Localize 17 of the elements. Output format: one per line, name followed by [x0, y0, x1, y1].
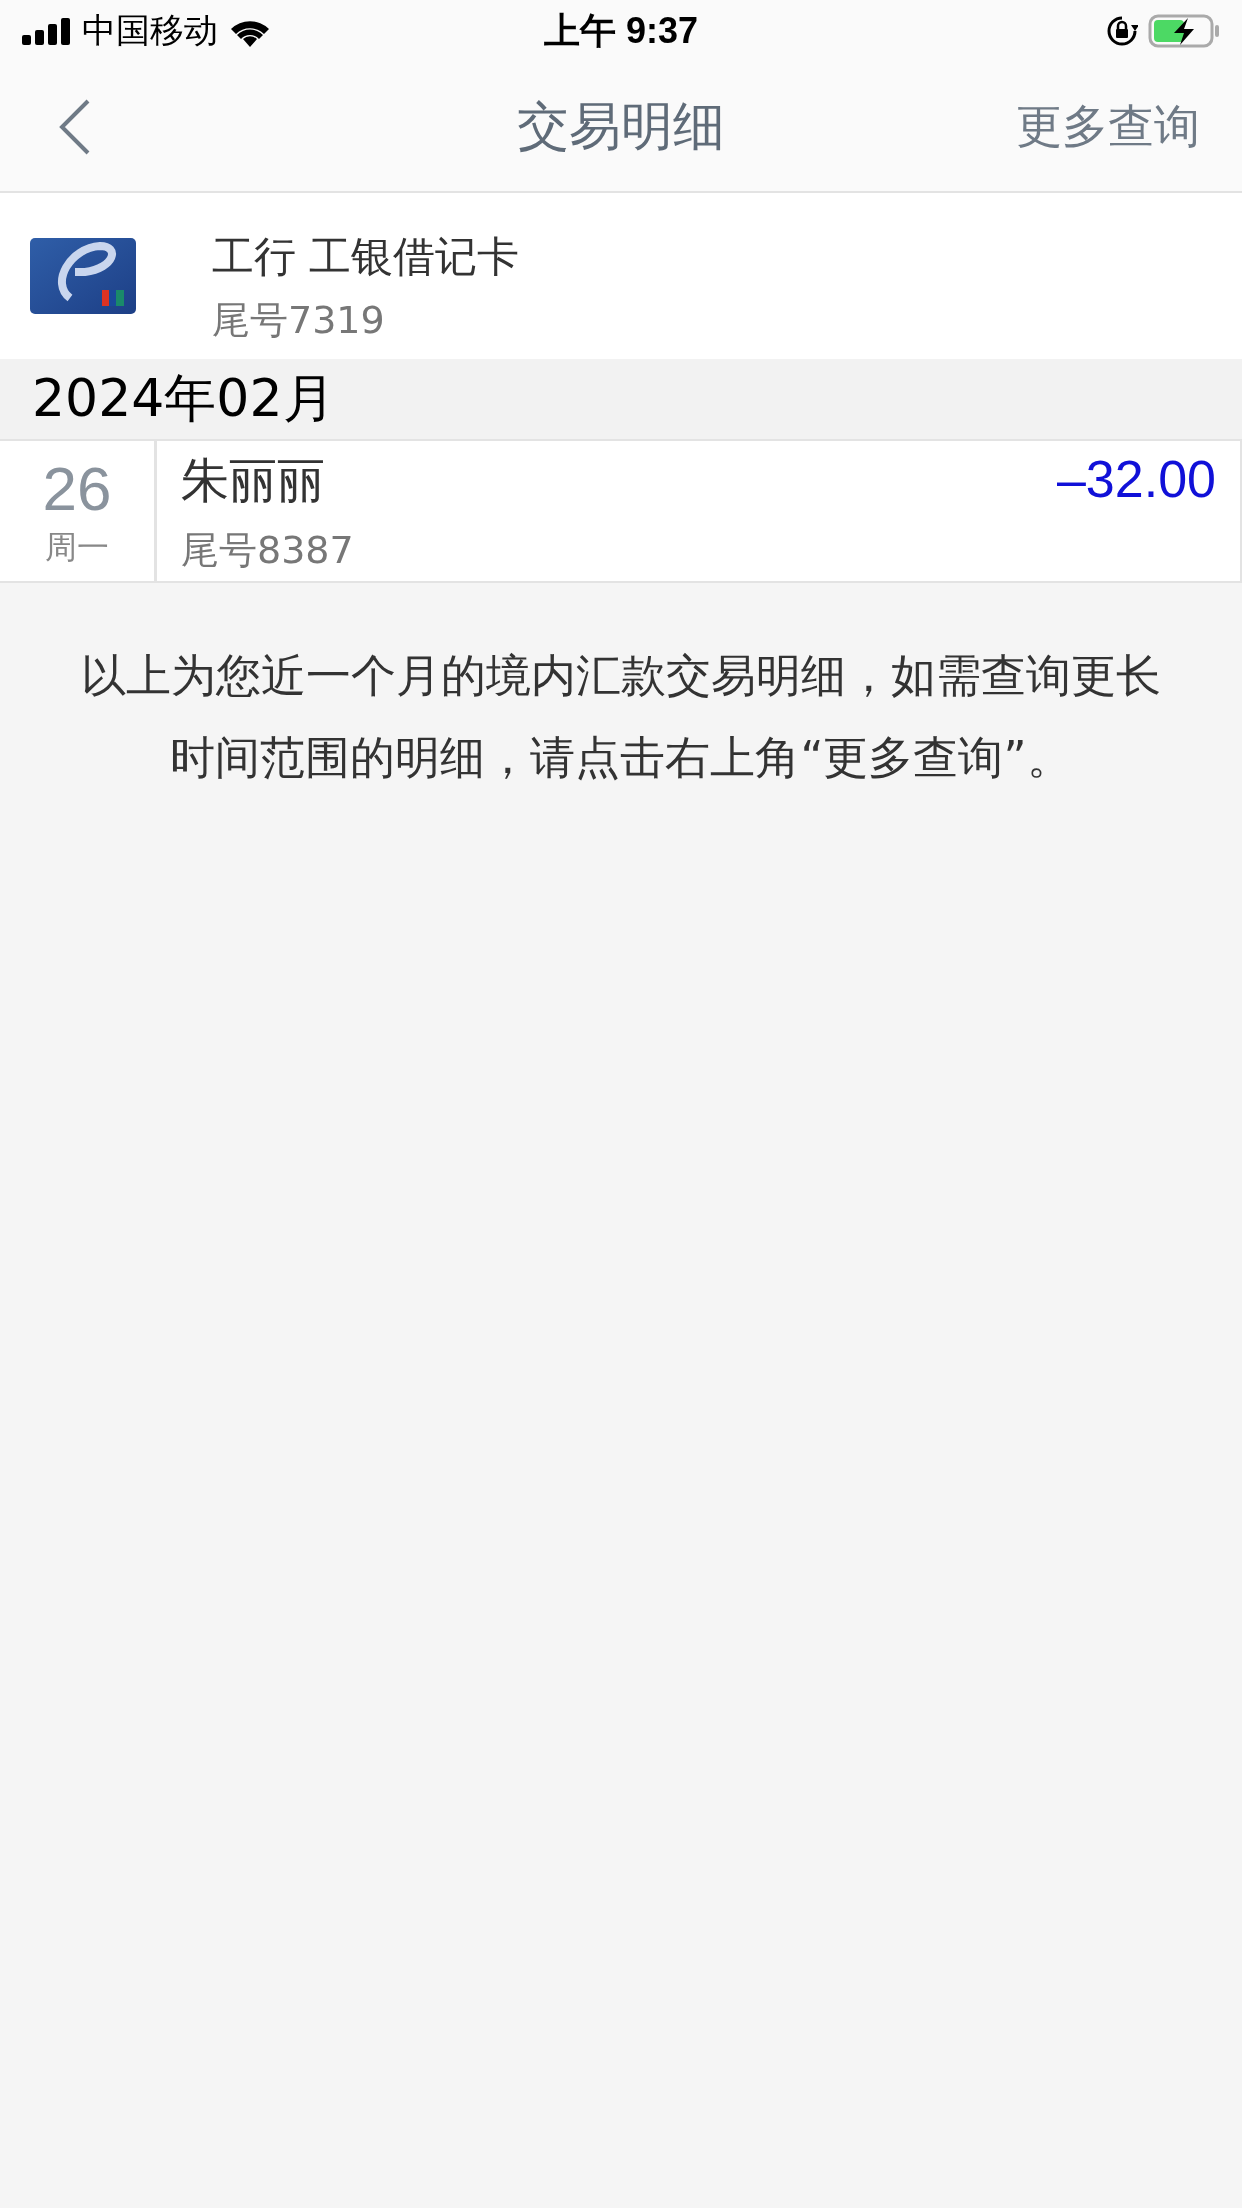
payee-name: 朱丽丽: [181, 451, 326, 510]
carrier-name: 中国移动: [82, 9, 218, 52]
clock-time: 上午 9:37: [542, 8, 699, 53]
transaction-amount: –32.00: [1056, 449, 1216, 510]
signal-icon: [22, 17, 72, 45]
rotation-lock-icon: [1106, 15, 1138, 47]
page-title: 交易明细: [517, 95, 725, 156]
day-number: 26: [42, 452, 112, 524]
account-tail-number: 尾号8387: [181, 527, 354, 574]
bank-card-icon: [30, 238, 136, 314]
account-name: 工行 工银借记卡: [212, 230, 520, 283]
info-note: 以上为您近一个月的境内汇款交易明细，如需查询更长时间范围的明细，请点击右上角“更多查询”。: [80, 649, 1162, 785]
transaction-row[interactable]: 26 周一 朱丽丽 尾号8387 –32.00: [0, 441, 1242, 583]
card-tail-number: 尾号7319: [212, 296, 386, 344]
battery-icon: [1148, 14, 1220, 48]
more-query-button[interactable]: 更多查询: [1016, 95, 1200, 158]
weekday: 周一: [45, 526, 109, 568]
